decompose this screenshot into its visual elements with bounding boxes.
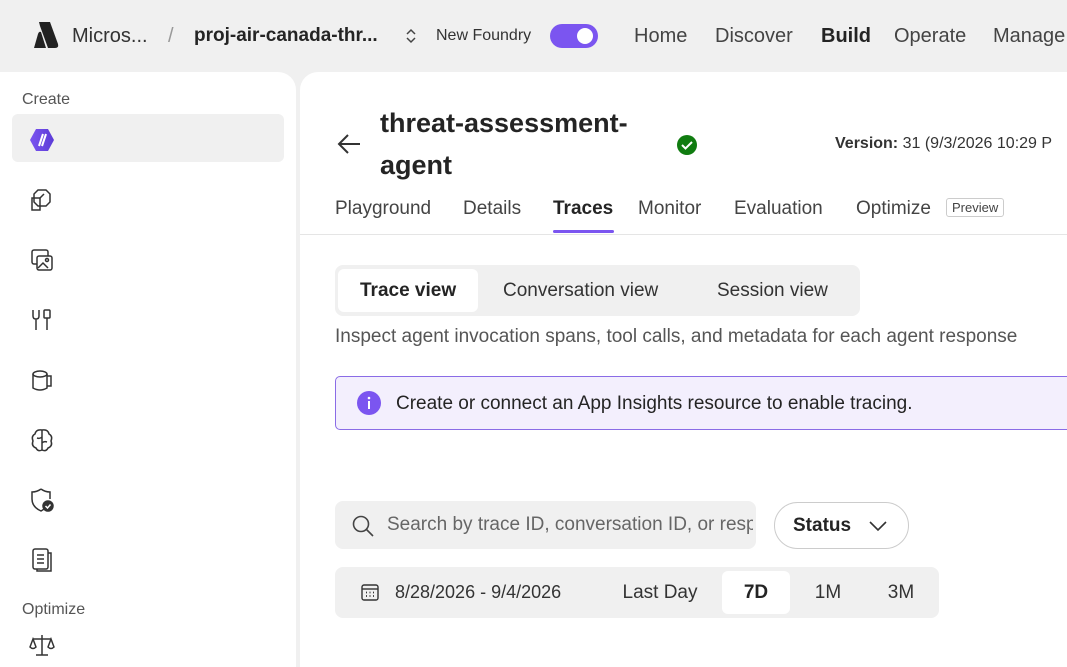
nav-home[interactable]: Home	[634, 25, 687, 48]
chevron-down-icon	[869, 521, 887, 532]
breadcrumb-separator: /	[168, 25, 174, 47]
banner-message: Create or connect an App Insights resour…	[396, 393, 913, 414]
document-icon	[32, 548, 52, 572]
sidebar-item-data[interactable]	[12, 354, 284, 402]
traces-description: Inspect agent invocation spans, tool cal…	[335, 326, 1018, 347]
shield-check-icon	[31, 488, 54, 512]
status-filter-button[interactable]: Status	[774, 502, 909, 549]
nav-manage[interactable]: Manage	[993, 25, 1065, 48]
project-name[interactable]: proj-air-canada-thr...	[194, 25, 378, 47]
tab-monitor[interactable]: Monitor	[638, 198, 701, 220]
toggle-knob	[577, 28, 593, 44]
sidebar-item-tools[interactable]	[12, 294, 284, 342]
brain-icon	[31, 429, 53, 452]
tools-icon	[32, 309, 51, 330]
info-banner: Create or connect an App Insights resour…	[335, 376, 1067, 430]
agent-title: threat-assessment-agent	[380, 108, 628, 180]
trace-search-box	[335, 501, 756, 549]
tab-details[interactable]: Details	[463, 198, 521, 220]
models-icon	[31, 189, 51, 211]
info-icon	[357, 391, 381, 415]
tab-divider	[300, 234, 1067, 235]
version-info: Version: 31 (9/3/2026 10:29 P	[835, 135, 1052, 153]
conversation-view-button[interactable]: Conversation view	[481, 269, 680, 312]
active-tab-indicator	[553, 230, 614, 233]
trace-search-input[interactable]	[387, 501, 753, 549]
sidebar-item-documents[interactable]	[12, 534, 284, 582]
nav-discover[interactable]: Discover	[715, 25, 793, 48]
range-7d-button[interactable]: 7D	[722, 571, 790, 614]
chevron-up-down-icon[interactable]	[404, 27, 418, 45]
trace-view-button[interactable]: Trace view	[338, 269, 479, 312]
back-arrow-icon[interactable]	[336, 130, 364, 158]
sidebar-item-knowledge[interactable]	[12, 414, 284, 462]
nav-operate[interactable]: Operate	[894, 25, 966, 48]
foundry-logo-icon[interactable]	[30, 22, 60, 50]
preview-badge: Preview	[946, 198, 1005, 217]
sidebar-heading-optimize: Optimize	[22, 601, 86, 618]
search-icon	[352, 515, 374, 537]
range-last-day-button[interactable]: Last Day	[605, 571, 715, 614]
range-3m-button[interactable]: 3M	[867, 571, 935, 614]
version-label: Version:	[835, 135, 899, 152]
org-name[interactable]: Micros...	[72, 25, 148, 48]
sidebar-item-guardrails[interactable]	[12, 474, 284, 522]
sidebar: Create Optimize	[0, 72, 296, 667]
new-foundry-toggle[interactable]	[550, 24, 598, 48]
tab-traces[interactable]: Traces	[553, 198, 613, 220]
main-panel: threat-assessment-agent Version: 31 (9/3…	[300, 72, 1067, 667]
sidebar-item-evaluation[interactable]	[12, 620, 284, 667]
range-1m-button[interactable]: 1M	[794, 571, 862, 614]
view-switcher: Trace view Conversation view Session vie…	[335, 265, 860, 316]
sidebar-heading-create: Create	[22, 91, 71, 108]
sidebar-item-agents[interactable]	[12, 114, 284, 162]
agents-icon	[30, 129, 54, 151]
new-foundry-label: New Foundry	[436, 27, 532, 44]
date-range-value[interactable]: 8/28/2026 - 9/4/2026	[395, 582, 561, 603]
data-icon	[32, 370, 52, 391]
sidebar-item-images[interactable]	[12, 234, 284, 282]
date-range-filter: 8/28/2026 - 9/4/2026 Last Day 7D 1M 3M	[335, 567, 939, 618]
tab-evaluation[interactable]: Evaluation	[734, 198, 823, 220]
scale-icon	[29, 635, 55, 656]
session-view-button[interactable]: Session view	[695, 269, 850, 312]
top-bar: Micros... / proj-air-canada-thr... New F…	[0, 0, 1067, 72]
sidebar-item-models[interactable]	[12, 174, 284, 222]
images-icon	[31, 249, 53, 271]
calendar-icon[interactable]	[360, 582, 380, 602]
nav-build[interactable]: Build	[821, 25, 871, 48]
status-success-icon	[677, 135, 697, 155]
status-filter-label: Status	[793, 515, 852, 536]
tab-playground[interactable]: Playground	[335, 198, 431, 220]
tab-optimize[interactable]: Optimize	[856, 198, 931, 220]
version-value[interactable]: 31 (9/3/2026 10:29 P	[903, 135, 1052, 152]
